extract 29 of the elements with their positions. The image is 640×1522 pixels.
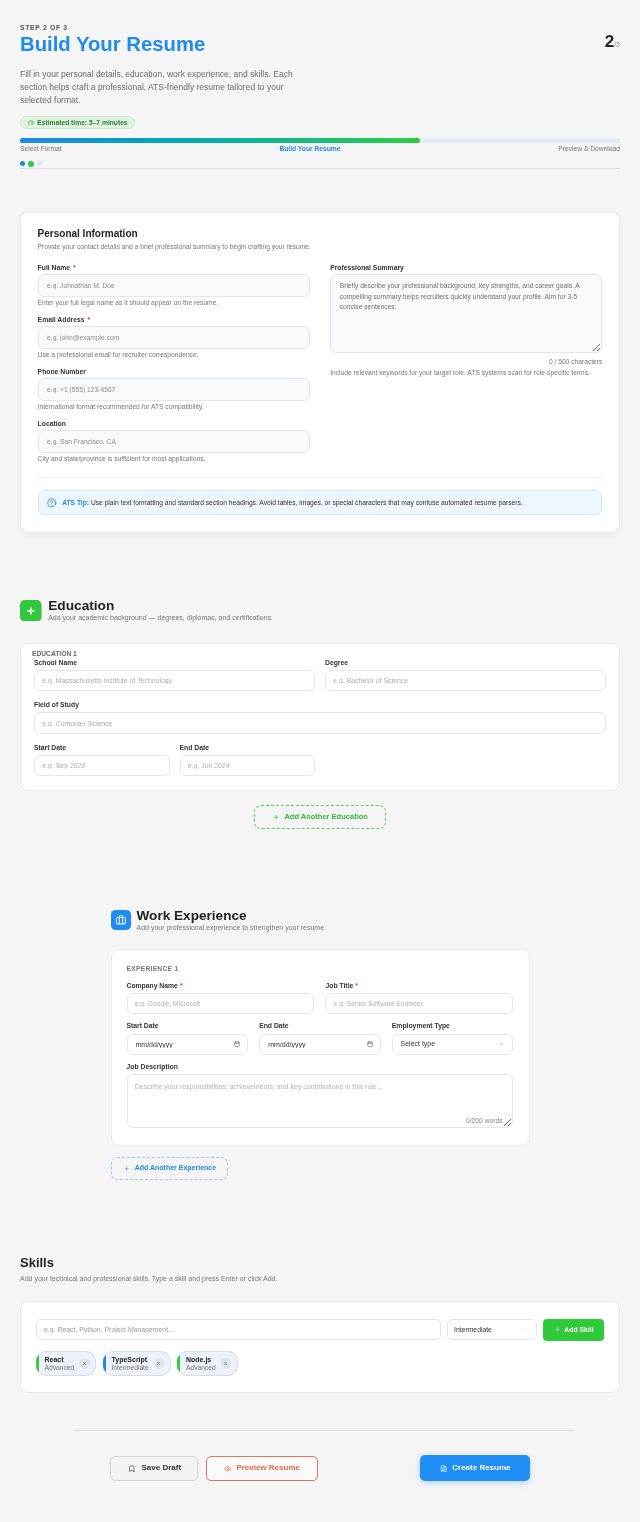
card-title: Personal Information <box>37 228 139 241</box>
page-description: Fill in your personal details, education, work experience, and skills. Each section helps craft a professional, ATS-friendly resume tailored to your selected format. <box>20 68 294 107</box>
chevron-down-icon <box>522 1327 528 1333</box>
eye-icon <box>224 1464 232 1473</box>
close-icon <box>223 1361 229 1367</box>
file-icon <box>439 1464 448 1473</box>
clock-icon <box>28 119 34 126</box>
remove-skill-button[interactable] <box>153 1358 165 1369</box>
section-title: Work Experience <box>136 907 248 924</box>
plus-icon <box>123 1165 129 1172</box>
calendar-icon[interactable] <box>234 1041 241 1048</box>
plus-icon <box>554 1327 560 1333</box>
action-button[interactable]: Create Resume <box>420 1455 530 1482</box>
help-icon <box>47 498 57 508</box>
plus-icon <box>272 813 280 821</box>
close-icon <box>156 1361 162 1367</box>
page-title: Build Your Resume <box>20 32 206 57</box>
briefcase-icon <box>110 909 131 930</box>
remove-skill-button[interactable] <box>220 1358 232 1369</box>
action-button[interactable]: Preview Resume <box>206 1455 318 1481</box>
action-button[interactable]: Save Draft <box>110 1456 199 1481</box>
plus-icon <box>20 599 42 622</box>
bookmark-icon <box>128 1464 136 1473</box>
remove-skill-button[interactable] <box>79 1358 90 1369</box>
section-title: Education <box>48 598 116 615</box>
calendar-icon[interactable] <box>366 1041 373 1048</box>
section-title: Skills <box>20 1254 55 1271</box>
chevron-down-icon <box>499 1041 505 1047</box>
close-icon <box>81 1361 87 1367</box>
